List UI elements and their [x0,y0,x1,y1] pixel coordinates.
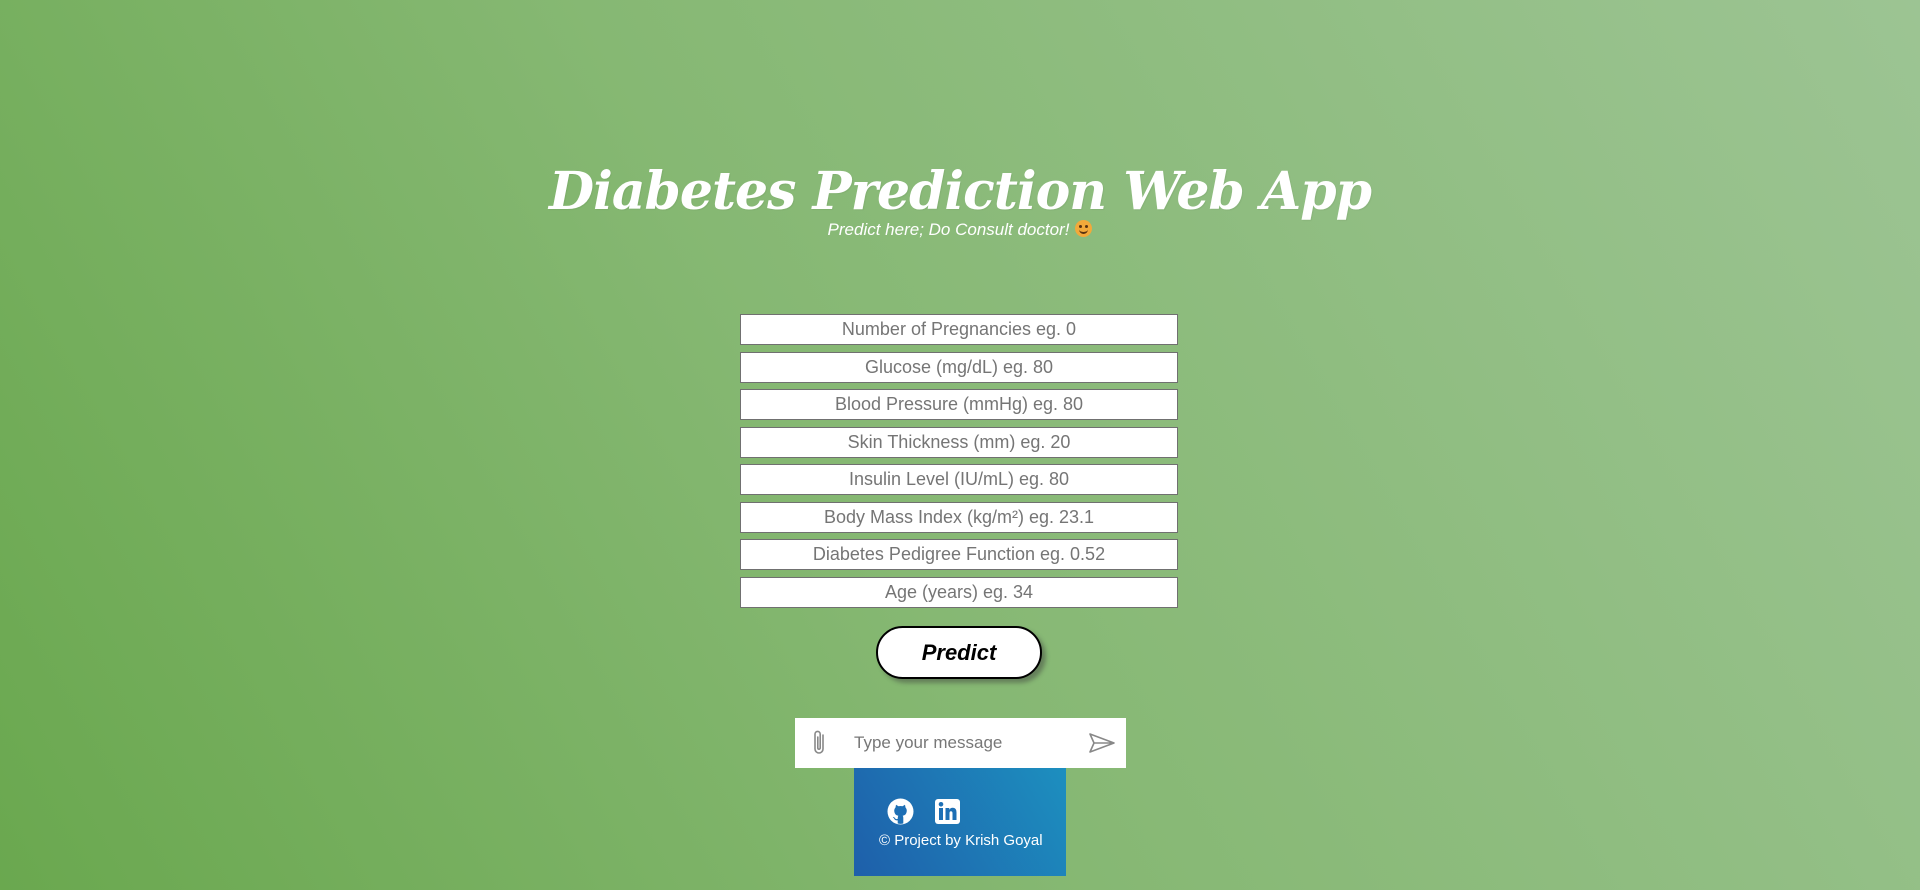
glucose-field[interactable] [740,351,1178,383]
predict-container: Predict [876,626,1042,679]
header: Diabetes Prediction Web App Predict here… [0,158,1920,240]
footer: © Project by Krish Goyal [854,768,1066,876]
bmi-field[interactable] [740,501,1178,533]
send-icon[interactable] [1077,718,1126,768]
subtitle-text: Predict here; Do Consult doctor! [827,220,1070,239]
page-title: Diabetes Prediction Web App [549,161,1372,222]
pedigree-function-field[interactable] [740,539,1178,570]
blood-pressure-field[interactable] [740,389,1178,420]
linkedin-icon[interactable] [934,798,961,825]
prediction-form [740,314,1180,614]
message-input[interactable] [844,722,1077,764]
age-field[interactable] [740,576,1178,608]
chat-bar [795,718,1126,768]
github-icon[interactable] [887,798,914,825]
insulin-field[interactable] [740,464,1178,495]
predict-button[interactable]: Predict [876,626,1042,679]
pregnancies-field[interactable] [740,314,1178,345]
smiling-face-icon [1075,220,1093,237]
paperclip-icon[interactable] [795,718,844,768]
skin-thickness-field[interactable] [740,426,1178,458]
credit-text: © Project by Krish Goyal [879,832,1043,849]
social-links [887,798,961,825]
page-subtitle: Predict here; Do Consult doctor! [0,220,1920,240]
